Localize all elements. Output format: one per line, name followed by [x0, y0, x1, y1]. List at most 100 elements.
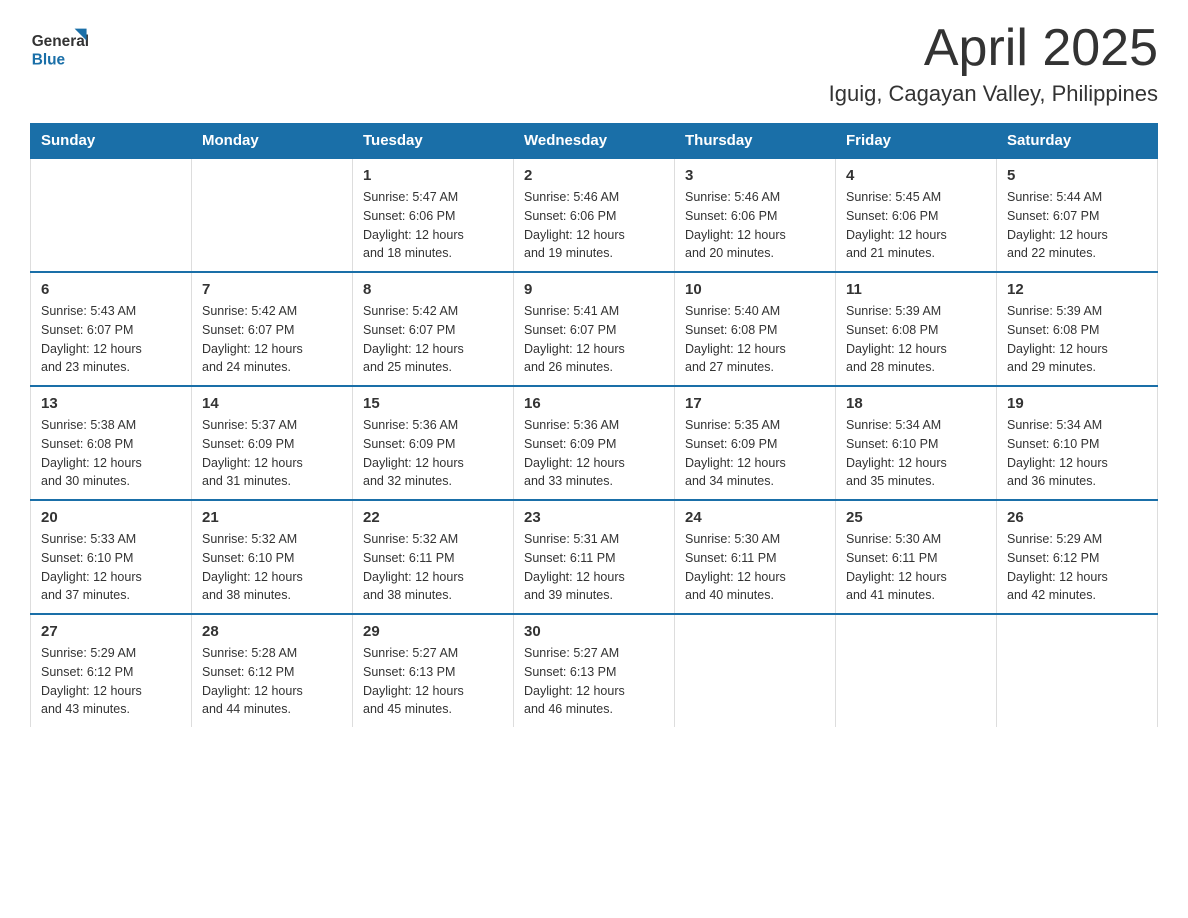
col-tuesday: Tuesday [353, 124, 514, 159]
day-number: 7 [202, 281, 342, 298]
page-header: General Blue April 2025 Iguig, Cagayan V… [30, 20, 1158, 107]
calendar-title: April 2025 [829, 20, 1158, 77]
calendar-week-1: 1Sunrise: 5:47 AM Sunset: 6:06 PM Daylig… [31, 158, 1158, 272]
calendar-week-4: 20 Sunrise: 5:33 AM Sunset: 6:10 PM Dayli… [31, 500, 1158, 614]
calendar-header: Sunday Monday Tuesday Wednesday Thursday… [31, 124, 1158, 159]
day-info: Sunrise: 5:42 AM Sunset: 6:07 PM Dayligh… [363, 302, 503, 377]
title-block: April 2025 Iguig, Cagayan Valley, Philip… [829, 20, 1158, 107]
day-number: 4 [846, 167, 986, 184]
col-friday: Friday [836, 124, 997, 159]
calendar-cell: 12Sunrise: 5:39 AM Sunset: 6:08 PM Dayli… [997, 272, 1158, 386]
calendar-cell: 24 Sunrise: 5:30 AM Sunset: 6:11 PM Dayli… [675, 500, 836, 614]
calendar-cell: 4 Sunrise: 5:45 AM Sunset: 6:06 PM Daylig… [836, 158, 997, 272]
day-number: 6 [41, 281, 181, 298]
calendar-cell [675, 614, 836, 727]
calendar-cell: 3 Sunrise: 5:46 AM Sunset: 6:06 PM Daylig… [675, 158, 836, 272]
col-sunday: Sunday [31, 124, 192, 159]
calendar-cell: 30 Sunrise: 5:27 AM Sunset: 6:13 PM Dayli… [514, 614, 675, 727]
day-number: 13 [41, 395, 181, 412]
day-info: Sunrise: 5:32 AM Sunset: 6:11 PM Dayligh… [363, 530, 503, 605]
day-info: Sunrise: 5:43 AM Sunset: 6:07 PM Dayligh… [41, 302, 181, 377]
day-info: Sunrise: 5:44 AM Sunset: 6:07 PM Dayligh… [1007, 188, 1147, 263]
day-info: Sunrise: 5:45 AM Sunset: 6:06 PM Dayligh… [846, 188, 986, 263]
day-info: Sunrise: 5:27 AM Sunset: 6:13 PM Dayligh… [363, 644, 503, 719]
calendar-cell: 16Sunrise: 5:36 AM Sunset: 6:09 PM Dayli… [514, 386, 675, 500]
day-number: 30 [524, 623, 664, 640]
calendar-cell: 18 Sunrise: 5:34 AM Sunset: 6:10 PM Dayli… [836, 386, 997, 500]
logo-icon: General Blue [30, 20, 90, 75]
day-number: 22 [363, 509, 503, 526]
col-saturday: Saturday [997, 124, 1158, 159]
day-info: Sunrise: 5:40 AM Sunset: 6:08 PM Dayligh… [685, 302, 825, 377]
day-number: 3 [685, 167, 825, 184]
day-info: Sunrise: 5:41 AM Sunset: 6:07 PM Dayligh… [524, 302, 664, 377]
day-number: 21 [202, 509, 342, 526]
day-number: 5 [1007, 167, 1147, 184]
day-number: 20 [41, 509, 181, 526]
day-number: 1 [363, 167, 503, 184]
day-number: 29 [363, 623, 503, 640]
calendar-cell: 5 Sunrise: 5:44 AM Sunset: 6:07 PM Daylig… [997, 158, 1158, 272]
calendar-cell [192, 158, 353, 272]
calendar-cell: 25Sunrise: 5:30 AM Sunset: 6:11 PM Dayli… [836, 500, 997, 614]
header-row: Sunday Monday Tuesday Wednesday Thursday… [31, 124, 1158, 159]
day-info: Sunrise: 5:33 AM Sunset: 6:10 PM Dayligh… [41, 530, 181, 605]
calendar-cell: 20 Sunrise: 5:33 AM Sunset: 6:10 PM Dayli… [31, 500, 192, 614]
day-number: 17 [685, 395, 825, 412]
day-number: 8 [363, 281, 503, 298]
calendar-cell: 28Sunrise: 5:28 AM Sunset: 6:12 PM Dayli… [192, 614, 353, 727]
calendar-week-2: 6 Sunrise: 5:43 AM Sunset: 6:07 PM Daylig… [31, 272, 1158, 386]
day-info: Sunrise: 5:30 AM Sunset: 6:11 PM Dayligh… [685, 530, 825, 605]
calendar-cell: 23 Sunrise: 5:31 AM Sunset: 6:11 PM Dayli… [514, 500, 675, 614]
calendar-cell: 19 Sunrise: 5:34 AM Sunset: 6:10 PM Dayli… [997, 386, 1158, 500]
day-info: Sunrise: 5:36 AM Sunset: 6:09 PM Dayligh… [363, 416, 503, 491]
calendar-cell: 29 Sunrise: 5:27 AM Sunset: 6:13 PM Dayli… [353, 614, 514, 727]
calendar-cell [31, 158, 192, 272]
calendar-week-5: 27 Sunrise: 5:29 AM Sunset: 6:12 PM Dayli… [31, 614, 1158, 727]
day-number: 9 [524, 281, 664, 298]
day-info: Sunrise: 5:29 AM Sunset: 6:12 PM Dayligh… [1007, 530, 1147, 605]
day-number: 24 [685, 509, 825, 526]
svg-text:General: General [32, 33, 89, 50]
day-number: 19 [1007, 395, 1147, 412]
day-info: Sunrise: 5:42 AM Sunset: 6:07 PM Dayligh… [202, 302, 342, 377]
day-number: 25 [846, 509, 986, 526]
day-info: Sunrise: 5:28 AM Sunset: 6:12 PM Dayligh… [202, 644, 342, 719]
calendar-cell: 7 Sunrise: 5:42 AM Sunset: 6:07 PM Daylig… [192, 272, 353, 386]
calendar-cell: 21 Sunrise: 5:32 AM Sunset: 6:10 PM Dayli… [192, 500, 353, 614]
day-info: Sunrise: 5:32 AM Sunset: 6:10 PM Dayligh… [202, 530, 342, 605]
day-number: 11 [846, 281, 986, 298]
calendar-cell: 6 Sunrise: 5:43 AM Sunset: 6:07 PM Daylig… [31, 272, 192, 386]
day-info: Sunrise: 5:46 AM Sunset: 6:06 PM Dayligh… [685, 188, 825, 263]
day-number: 26 [1007, 509, 1147, 526]
calendar-cell: 15Sunrise: 5:36 AM Sunset: 6:09 PM Dayli… [353, 386, 514, 500]
calendar-cell: 8 Sunrise: 5:42 AM Sunset: 6:07 PM Daylig… [353, 272, 514, 386]
day-info: Sunrise: 5:35 AM Sunset: 6:09 PM Dayligh… [685, 416, 825, 491]
col-wednesday: Wednesday [514, 124, 675, 159]
svg-text:Blue: Blue [32, 52, 66, 69]
calendar-cell: 26 Sunrise: 5:29 AM Sunset: 6:12 PM Dayli… [997, 500, 1158, 614]
day-info: Sunrise: 5:34 AM Sunset: 6:10 PM Dayligh… [1007, 416, 1147, 491]
day-number: 23 [524, 509, 664, 526]
day-info: Sunrise: 5:36 AM Sunset: 6:09 PM Dayligh… [524, 416, 664, 491]
calendar-cell: 11Sunrise: 5:39 AM Sunset: 6:08 PM Dayli… [836, 272, 997, 386]
calendar-cell [836, 614, 997, 727]
day-info: Sunrise: 5:39 AM Sunset: 6:08 PM Dayligh… [1007, 302, 1147, 377]
calendar-cell: 1Sunrise: 5:47 AM Sunset: 6:06 PM Daylig… [353, 158, 514, 272]
day-info: Sunrise: 5:27 AM Sunset: 6:13 PM Dayligh… [524, 644, 664, 719]
calendar-cell: 22 Sunrise: 5:32 AM Sunset: 6:11 PM Dayli… [353, 500, 514, 614]
calendar-cell: 9 Sunrise: 5:41 AM Sunset: 6:07 PM Daylig… [514, 272, 675, 386]
calendar-cell: 2Sunrise: 5:46 AM Sunset: 6:06 PM Daylig… [514, 158, 675, 272]
day-number: 2 [524, 167, 664, 184]
day-number: 18 [846, 395, 986, 412]
day-number: 27 [41, 623, 181, 640]
logo: General Blue [30, 20, 90, 75]
calendar-cell [997, 614, 1158, 727]
day-info: Sunrise: 5:34 AM Sunset: 6:10 PM Dayligh… [846, 416, 986, 491]
day-info: Sunrise: 5:31 AM Sunset: 6:11 PM Dayligh… [524, 530, 664, 605]
day-number: 14 [202, 395, 342, 412]
calendar-cell: 17 Sunrise: 5:35 AM Sunset: 6:09 PM Dayli… [675, 386, 836, 500]
calendar-cell: 14 Sunrise: 5:37 AM Sunset: 6:09 PM Dayli… [192, 386, 353, 500]
day-info: Sunrise: 5:37 AM Sunset: 6:09 PM Dayligh… [202, 416, 342, 491]
day-info: Sunrise: 5:29 AM Sunset: 6:12 PM Dayligh… [41, 644, 181, 719]
